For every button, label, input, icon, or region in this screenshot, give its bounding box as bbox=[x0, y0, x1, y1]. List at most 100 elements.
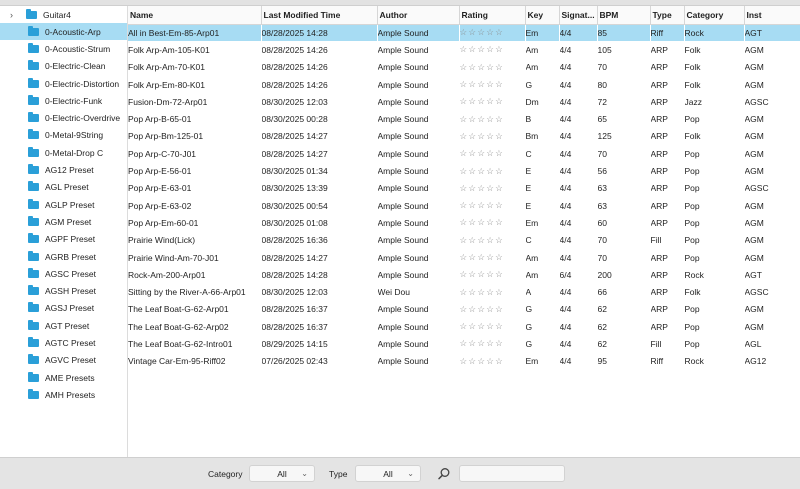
table-row[interactable]: Pop Arp-C-70-J01 08/28/2025 14:27 Ample So… bbox=[128, 145, 800, 162]
table-row[interactable]: Pop Arp-E-56-01 08/30/2025 01:34 Ample Sou… bbox=[128, 162, 800, 179]
rating-stars[interactable]: ☆☆☆☆☆ bbox=[459, 41, 525, 58]
table-row[interactable]: The Leaf Boat-G-62-Arp02 08/28/2025 16:37… bbox=[128, 318, 800, 335]
tree-item[interactable]: AG12 Preset bbox=[0, 161, 127, 178]
table-row[interactable]: Prairie Wind(Lick) 08/28/2025 16:36 Ample … bbox=[128, 232, 800, 249]
tree-item-label: 0-Electric-Overdrive bbox=[45, 113, 121, 124]
rating-stars[interactable]: ☆☆☆☆☆ bbox=[459, 145, 525, 162]
rating-stars[interactable]: ☆☆☆☆☆ bbox=[459, 197, 525, 214]
tree-item[interactable]: 0-Electric-Distortion bbox=[0, 75, 127, 92]
rating-stars[interactable]: ☆☆☆☆☆ bbox=[459, 162, 525, 179]
search-input[interactable] bbox=[459, 465, 565, 482]
table-cell: ARP bbox=[650, 114, 668, 125]
tree-item[interactable]: 0-Electric-Clean bbox=[0, 58, 127, 75]
tree-item[interactable]: 0-Electric-Funk bbox=[0, 92, 127, 109]
tree-item[interactable]: AGVC Preset bbox=[0, 352, 127, 369]
tree-item[interactable]: AMH Presets bbox=[0, 386, 127, 403]
table-row[interactable]: Fusion-Dm-72-Arp01 08/30/2025 12:03 Ample … bbox=[128, 93, 800, 110]
table-row[interactable]: The Leaf Boat-G-62-Arp01 08/28/2025 16:37… bbox=[128, 301, 800, 318]
table-cell: The Leaf Boat-G-62-Arp01 bbox=[128, 304, 229, 315]
table-cell: 08/30/2025 00:54 bbox=[261, 200, 328, 211]
rating-stars[interactable]: ☆☆☆☆☆ bbox=[459, 93, 525, 110]
table-row[interactable]: Rock-Am-200-Arp01 08/28/2025 14:28 Ample S… bbox=[128, 266, 800, 283]
folder-icon bbox=[26, 8, 37, 19]
rating-stars[interactable]: ☆☆☆☆☆ bbox=[459, 301, 525, 318]
tree-item[interactable]: 0-Acoustic-Strum bbox=[0, 40, 127, 57]
table-row[interactable]: Sitting by the River-A-66-Arp01 08/30/202… bbox=[128, 283, 800, 300]
tree-item[interactable]: AGM Preset bbox=[0, 213, 127, 230]
table-cell: 4/4 bbox=[559, 131, 572, 142]
rating-stars[interactable]: ☆☆☆☆☆ bbox=[459, 353, 525, 370]
tree-item[interactable]: AGL Preset bbox=[0, 179, 127, 196]
tree-item[interactable]: AGSH Preset bbox=[0, 282, 127, 299]
tree-item[interactable]: AGRB Preset bbox=[0, 248, 127, 265]
table-cell: AGM bbox=[744, 252, 764, 263]
tree-item[interactable]: AGSJ Preset bbox=[0, 300, 127, 317]
rating-stars[interactable]: ☆☆☆☆☆ bbox=[459, 128, 525, 145]
rating-stars[interactable]: ☆☆☆☆☆ bbox=[459, 24, 525, 42]
table-cell: Folk bbox=[684, 287, 701, 298]
table-row[interactable]: Pop Arp-B-65-01 08/30/2025 00:28 Ample Sou… bbox=[128, 110, 800, 127]
rating-stars[interactable]: ☆☆☆☆☆ bbox=[459, 335, 525, 352]
tree-root-guitar4[interactable]: › Guitar4 bbox=[0, 6, 127, 23]
table-cell: ARP bbox=[650, 44, 668, 55]
rating-stars[interactable]: ☆☆☆☆☆ bbox=[459, 318, 525, 335]
search-icon[interactable] bbox=[437, 467, 451, 481]
rating-stars[interactable]: ☆☆☆☆☆ bbox=[459, 110, 525, 127]
table-cell: 4/4 bbox=[559, 287, 572, 298]
rating-stars[interactable]: ☆☆☆☆☆ bbox=[459, 232, 525, 249]
table-row[interactable]: Pop Arp-Bm-125-01 08/28/2025 14:27 Ample S… bbox=[128, 128, 800, 145]
column-header[interactable]: BPM bbox=[597, 6, 651, 25]
tree-item[interactable]: AGSC Preset bbox=[0, 265, 127, 282]
table-row[interactable]: Folk Arp-Am-105-K01 08/28/2025 14:26 Ample… bbox=[128, 41, 800, 58]
column-header[interactable]: Signat... bbox=[559, 6, 598, 25]
rating-stars[interactable]: ☆☆☆☆☆ bbox=[459, 59, 525, 76]
column-header[interactable]: Key bbox=[525, 6, 560, 25]
table-cell: 4/4 bbox=[559, 79, 572, 90]
table-row[interactable]: Folk Arp-Em-80-K01 08/28/2025 14:26 Ample … bbox=[128, 76, 800, 93]
tree-item[interactable]: AGTC Preset bbox=[0, 334, 127, 351]
table-cell: E bbox=[525, 166, 532, 177]
column-header[interactable]: Type bbox=[650, 6, 685, 25]
table-header-row: Name Last Modified Time Author Rating Key Sig… bbox=[128, 6, 800, 25]
table-row[interactable]: Prairie Wind-Am-70-J01 08/28/2025 14:27 Am… bbox=[128, 249, 800, 266]
tree-item[interactable]: AGT Preset bbox=[0, 317, 127, 334]
column-header[interactable]: Name bbox=[128, 6, 262, 25]
tree-item[interactable]: AGPF Preset bbox=[0, 231, 127, 248]
table-cell: Rock bbox=[684, 269, 704, 280]
preset-table[interactable]: Name Last Modified Time Author Rating Key Sig… bbox=[128, 6, 800, 457]
tree-item[interactable]: 0-Acoustic-Arp bbox=[0, 23, 127, 41]
folder-tree[interactable]: › Guitar4 0-Acoustic-Arp 0-Acoustic-Strum… bbox=[0, 6, 128, 457]
table-row[interactable]: Pop Arp-E-63-02 08/30/2025 00:54 Ample Sou… bbox=[128, 197, 800, 214]
column-header[interactable]: Author bbox=[377, 6, 460, 25]
column-header[interactable]: Rating bbox=[459, 6, 526, 25]
column-header[interactable]: Inst bbox=[744, 6, 800, 25]
rating-stars[interactable]: ☆☆☆☆☆ bbox=[459, 283, 525, 300]
table-cell: ARP bbox=[650, 131, 668, 142]
table-row[interactable]: Vintage Car-Em-95-Riff02 07/26/2025 02:43… bbox=[128, 353, 800, 370]
table-cell: 63 bbox=[597, 183, 607, 194]
type-dropdown[interactable]: All ⌄ bbox=[355, 465, 421, 482]
rating-stars[interactable]: ☆☆☆☆☆ bbox=[459, 266, 525, 283]
chevron-right-icon[interactable]: › bbox=[10, 10, 20, 20]
tree-item[interactable]: 0-Electric-Overdrive bbox=[0, 109, 127, 126]
folder-icon bbox=[28, 112, 39, 123]
table-cell: Ample Sound bbox=[377, 200, 429, 211]
rating-stars[interactable]: ☆☆☆☆☆ bbox=[459, 249, 525, 266]
rating-stars[interactable]: ☆☆☆☆☆ bbox=[459, 180, 525, 197]
tree-item[interactable]: AME Presets bbox=[0, 369, 127, 386]
column-header[interactable]: Last Modified Time bbox=[261, 6, 378, 25]
tree-item[interactable]: 0-Metal-Drop C bbox=[0, 144, 127, 161]
tree-item[interactable]: 0-Metal-9String bbox=[0, 127, 127, 144]
table-row[interactable]: Folk Arp-Am-70-K01 08/28/2025 14:26 Ample … bbox=[128, 59, 800, 76]
table-row[interactable]: The Leaf Boat-G-62-Intro01 08/29/2025 14:… bbox=[128, 335, 800, 352]
table-cell: 70 bbox=[597, 148, 607, 159]
rating-stars[interactable]: ☆☆☆☆☆ bbox=[459, 214, 525, 231]
rating-stars[interactable]: ☆☆☆☆☆ bbox=[459, 76, 525, 93]
table-row[interactable]: Pop Arp-Em-60-01 08/30/2025 01:08 Ample So… bbox=[128, 214, 800, 231]
table-row[interactable]: All in Best-Em-85-Arp01 08/28/2025 14:28 A… bbox=[128, 24, 800, 42]
tree-item[interactable]: AGLP Preset bbox=[0, 196, 127, 213]
table-row[interactable]: Pop Arp-E-63-01 08/30/2025 13:39 Ample Sou… bbox=[128, 180, 800, 197]
tree-item-label: AGSC Preset bbox=[45, 268, 97, 279]
column-header[interactable]: Category bbox=[684, 6, 745, 25]
category-dropdown[interactable]: All ⌄ bbox=[249, 465, 315, 482]
